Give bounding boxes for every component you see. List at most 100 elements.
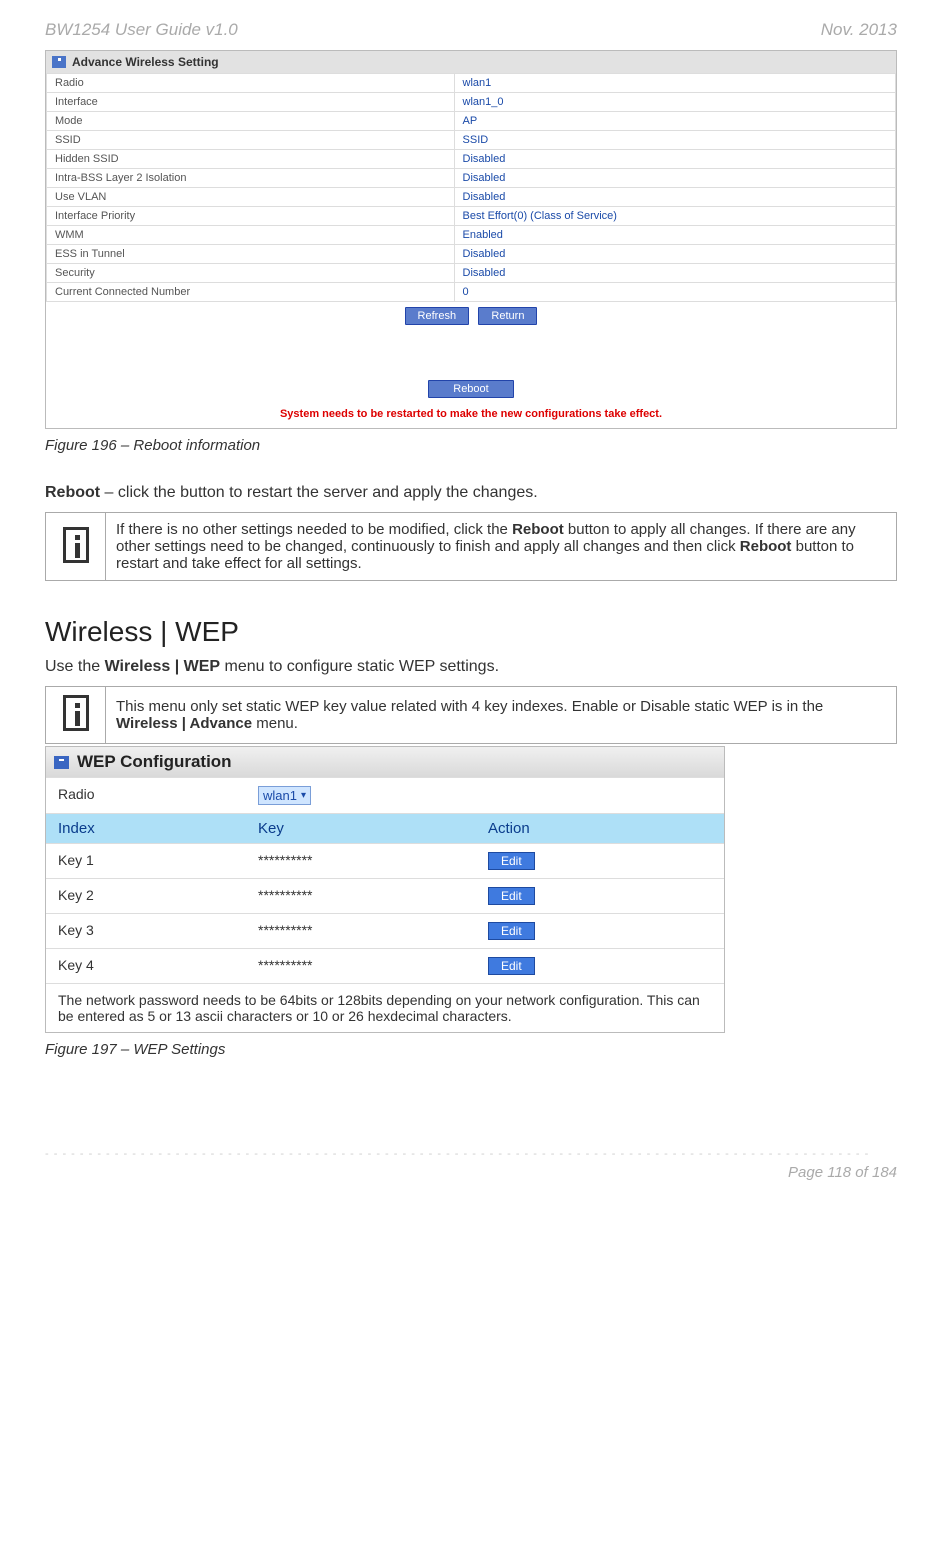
setting-value: wlan1_0 xyxy=(454,93,895,112)
advance-wireless-panel: Advance Wireless Setting Radiowlan1Inter… xyxy=(45,50,897,429)
key-index: Key 3 xyxy=(46,914,246,948)
key-action-cell: Edit xyxy=(476,879,724,913)
info2-c: menu. xyxy=(252,715,298,732)
info-icon-cell xyxy=(46,513,106,581)
table-row: Security Disabled xyxy=(47,264,896,283)
table-row: Current Connected Number0 xyxy=(47,283,896,302)
wep-intro-b: Wireless | WEP xyxy=(105,658,220,675)
key-action-cell: Edit xyxy=(476,949,724,983)
info1-a: If there is no other settings needed to … xyxy=(116,521,512,538)
reboot-desc-rest: – click the button to restart the server… xyxy=(100,484,538,501)
table-row: Intra-BSS Layer 2 IsolationDisabled xyxy=(47,169,896,188)
setting-label: Security xyxy=(47,264,455,283)
radio-select[interactable]: wlan1 ▾ xyxy=(258,786,311,805)
panel-collapse-icon[interactable] xyxy=(52,56,66,68)
footer-divider: - - - - - - - - - - - - - - - - - - - - … xyxy=(45,1148,897,1160)
setting-value: Disabled xyxy=(454,245,895,264)
setting-value: 0 xyxy=(454,283,895,302)
setting-value: Disabled xyxy=(454,188,895,207)
info-box-2: This menu only set static WEP key value … xyxy=(45,686,897,744)
key-index: Key 1 xyxy=(46,844,246,878)
table-row: Use VLANDisabled xyxy=(47,188,896,207)
wep-intro-a: Use the xyxy=(45,658,105,675)
wep-key-row: Key 3********** Edit xyxy=(46,913,724,948)
setting-label: WMM xyxy=(47,226,455,245)
reboot-button[interactable]: Reboot xyxy=(428,380,513,398)
wep-radio-row: Radio wlan1 ▾ xyxy=(46,777,724,813)
setting-label: SSID xyxy=(47,131,455,150)
wep-panel-title: WEP Configuration xyxy=(77,752,232,772)
panel-header: Advance Wireless Setting xyxy=(46,51,896,73)
setting-value: Disabled xyxy=(454,264,895,283)
button-row: Refresh Return xyxy=(46,302,896,330)
figure-197-caption: Figure 197 – WEP Settings xyxy=(45,1041,897,1058)
table-row: SSIDSSID xyxy=(47,131,896,150)
setting-value: SSID xyxy=(454,131,895,150)
wep-key-row: Key 1********** Edit xyxy=(46,843,724,878)
doc-title: BW1254 User Guide v1.0 xyxy=(45,20,238,40)
wep-table-header: Index Key Action xyxy=(46,813,724,843)
table-row: Interfacewlan1_0 xyxy=(47,93,896,112)
radio-label: Radio xyxy=(46,778,246,813)
setting-value: Disabled xyxy=(454,169,895,188)
info1-b: Reboot xyxy=(512,521,564,538)
info2-a: This menu only set static WEP key value … xyxy=(116,698,823,715)
wep-panel-header: WEP Configuration xyxy=(46,747,724,777)
restart-warning: System needs to be restarted to make the… xyxy=(46,403,896,428)
table-row: Radiowlan1 xyxy=(47,74,896,93)
setting-value: Enabled xyxy=(454,226,895,245)
key-value: ********** xyxy=(246,949,476,983)
radio-select-cell: wlan1 ▾ xyxy=(246,778,476,813)
info-box-1: If there is no other settings needed to … xyxy=(45,512,897,581)
key-action-cell: Edit xyxy=(476,914,724,948)
setting-value: Disabled xyxy=(454,150,895,169)
wep-note: The network password needs to be 64bits … xyxy=(46,983,724,1032)
key-action-cell: Edit xyxy=(476,844,724,878)
setting-label: ESS in Tunnel xyxy=(47,245,455,264)
setting-label: Radio xyxy=(47,74,455,93)
key-value: ********** xyxy=(246,914,476,948)
refresh-button[interactable]: Refresh xyxy=(405,307,470,325)
key-index: Key 4 xyxy=(46,949,246,983)
table-row: Hidden SSIDDisabled xyxy=(47,150,896,169)
table-row: ModeAP xyxy=(47,112,896,131)
reboot-row: Reboot xyxy=(46,375,896,403)
edit-button[interactable]: Edit xyxy=(488,852,535,870)
wep-config-panel: WEP Configuration Radio wlan1 ▾ Index Ke… xyxy=(45,746,725,1033)
setting-label: Use VLAN xyxy=(47,188,455,207)
setting-value: Best Effort(0) (Class of Service) xyxy=(454,207,895,226)
panel-title: Advance Wireless Setting xyxy=(72,55,219,69)
info1-d: Reboot xyxy=(740,538,792,555)
radio-selected-value: wlan1 xyxy=(263,788,297,803)
info-icon-cell-2 xyxy=(46,687,106,744)
table-row: WMMEnabled xyxy=(47,226,896,245)
wep-key-row: Key 4********** Edit xyxy=(46,948,724,983)
return-button[interactable]: Return xyxy=(478,307,537,325)
doc-date: Nov. 2013 xyxy=(821,20,897,40)
key-value: ********** xyxy=(246,844,476,878)
wep-intro-c: menu to configure static WEP settings. xyxy=(220,658,499,675)
setting-label: Interface Priority xyxy=(47,207,455,226)
page-footer: Page 118 of 184 xyxy=(45,1164,897,1181)
col-index: Index xyxy=(46,814,246,843)
edit-button[interactable]: Edit xyxy=(488,957,535,975)
section-heading-wireless-wep: Wireless | WEP xyxy=(45,616,897,648)
setting-label: Hidden SSID xyxy=(47,150,455,169)
edit-button[interactable]: Edit xyxy=(488,922,535,940)
table-row: Interface PriorityBest Effort(0) (Class … xyxy=(47,207,896,226)
key-index: Key 2 xyxy=(46,879,246,913)
chevron-down-icon: ▾ xyxy=(301,790,306,801)
settings-table: Radiowlan1Interfacewlan1_0ModeAPSSIDSSID… xyxy=(46,73,896,302)
setting-label: Current Connected Number xyxy=(47,283,455,302)
wep-key-row: Key 2**********Edit xyxy=(46,878,724,913)
info-icon xyxy=(63,695,89,731)
reboot-description: Reboot – click the button to restart the… xyxy=(45,484,897,502)
col-action: Action xyxy=(476,814,724,843)
setting-value: AP xyxy=(454,112,895,131)
wep-intro: Use the Wireless | WEP menu to configure… xyxy=(45,658,897,676)
panel-collapse-icon[interactable] xyxy=(54,756,69,769)
info-icon xyxy=(63,527,89,563)
setting-label: Interface xyxy=(47,93,455,112)
edit-button[interactable]: Edit xyxy=(488,887,535,905)
info-text-2: This menu only set static WEP key value … xyxy=(106,687,897,744)
